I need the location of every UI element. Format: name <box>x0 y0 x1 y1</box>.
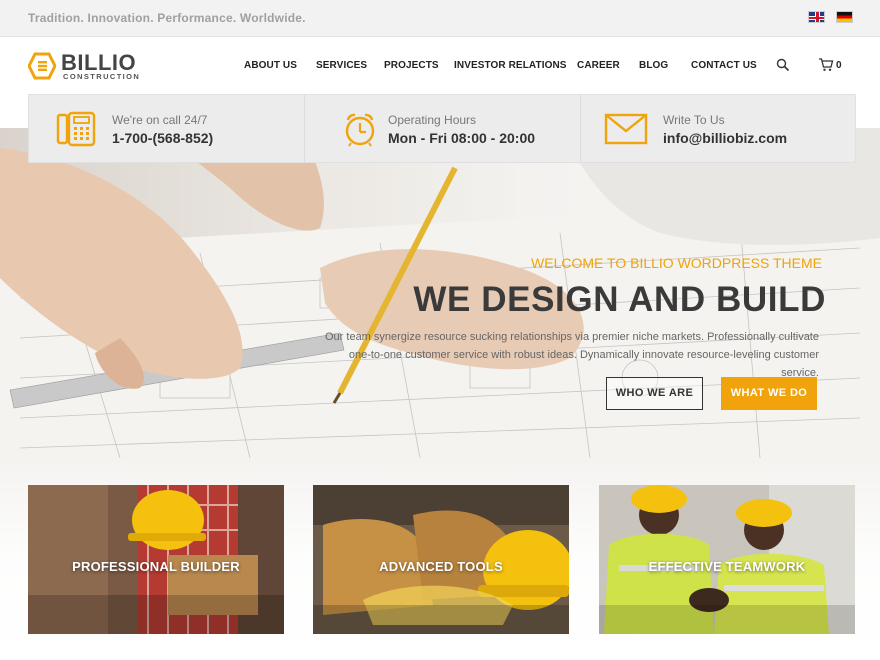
service-card-advanced-tools[interactable]: ADVANCED TOOLS <box>313 485 569 634</box>
site-header: BILLIO CONSTRUCTION ABOUT US SERVICES PR… <box>0 38 880 95</box>
hours-label: Operating Hours <box>388 113 477 127</box>
logo-hex-icon <box>28 52 56 80</box>
nav-career[interactable]: CAREER <box>577 60 620 71</box>
hero-description: Our team synergize resource sucking rela… <box>325 331 819 379</box>
card-title: EFFECTIVE TEAMWORK <box>648 559 806 574</box>
service-card-professional-builder[interactable]: PROFESSIONAL BUILDER <box>28 485 284 634</box>
service-card-effective-teamwork[interactable]: EFFECTIVE TEAMWORK <box>599 485 855 634</box>
who-we-are-button[interactable]: WHO WE ARE <box>606 377 703 410</box>
nav-investor-relations[interactable]: INVESTOR RELATIONS <box>454 60 567 71</box>
search-icon[interactable] <box>776 58 790 72</box>
tagline: Tradition. Innovation. Performance. Worl… <box>28 11 306 25</box>
logo[interactable]: BILLIO CONSTRUCTION <box>28 50 148 82</box>
hours-value: Mon - Fri 08:00 - 20:00 <box>388 130 536 146</box>
email-label: Write To Us <box>663 113 725 127</box>
phone-label: We're on call 24/7 <box>112 113 208 127</box>
card-title: ADVANCED TOOLS <box>379 559 503 574</box>
contact-info-bar: We're on call 24/7 1-700-(568-852) Opera… <box>28 94 856 163</box>
what-we-do-button[interactable]: WHAT WE DO <box>721 377 817 410</box>
nav-projects[interactable]: PROJECTS <box>384 60 439 71</box>
card-title: PROFESSIONAL BUILDER <box>72 559 240 574</box>
uk-flag-icon[interactable] <box>808 11 825 23</box>
info-email[interactable]: Write To Us info@billiobiz.com <box>581 95 856 162</box>
phone-icon <box>56 111 96 147</box>
alarm-clock-icon <box>345 113 375 147</box>
hero-title: WE DESIGN AND BUILD <box>413 280 826 319</box>
phone-value[interactable]: 1-700-(568-852) <box>112 130 213 146</box>
logo-subtitle: CONSTRUCTION <box>63 72 141 81</box>
cart-count: 0 <box>836 60 842 71</box>
hero-kicker: WELCOME TO BILLIO WORDPRESS THEME <box>531 255 822 271</box>
email-value[interactable]: info@billiobiz.com <box>663 130 787 146</box>
envelope-icon <box>604 113 648 145</box>
info-phone[interactable]: We're on call 24/7 1-700-(568-852) <box>29 95 304 162</box>
nav-blog[interactable]: BLOG <box>639 60 668 71</box>
germany-flag-icon[interactable] <box>836 11 853 23</box>
info-hours: Operating Hours Mon - Fri 08:00 - 20:00 <box>305 95 580 162</box>
cart-icon[interactable] <box>818 57 834 72</box>
top-bar: Tradition. Innovation. Performance. Worl… <box>0 0 880 37</box>
nav-about-us[interactable]: ABOUT US <box>244 60 297 71</box>
nav-contact-us[interactable]: CONTACT US <box>691 60 757 71</box>
nav-services[interactable]: SERVICES <box>316 60 367 71</box>
